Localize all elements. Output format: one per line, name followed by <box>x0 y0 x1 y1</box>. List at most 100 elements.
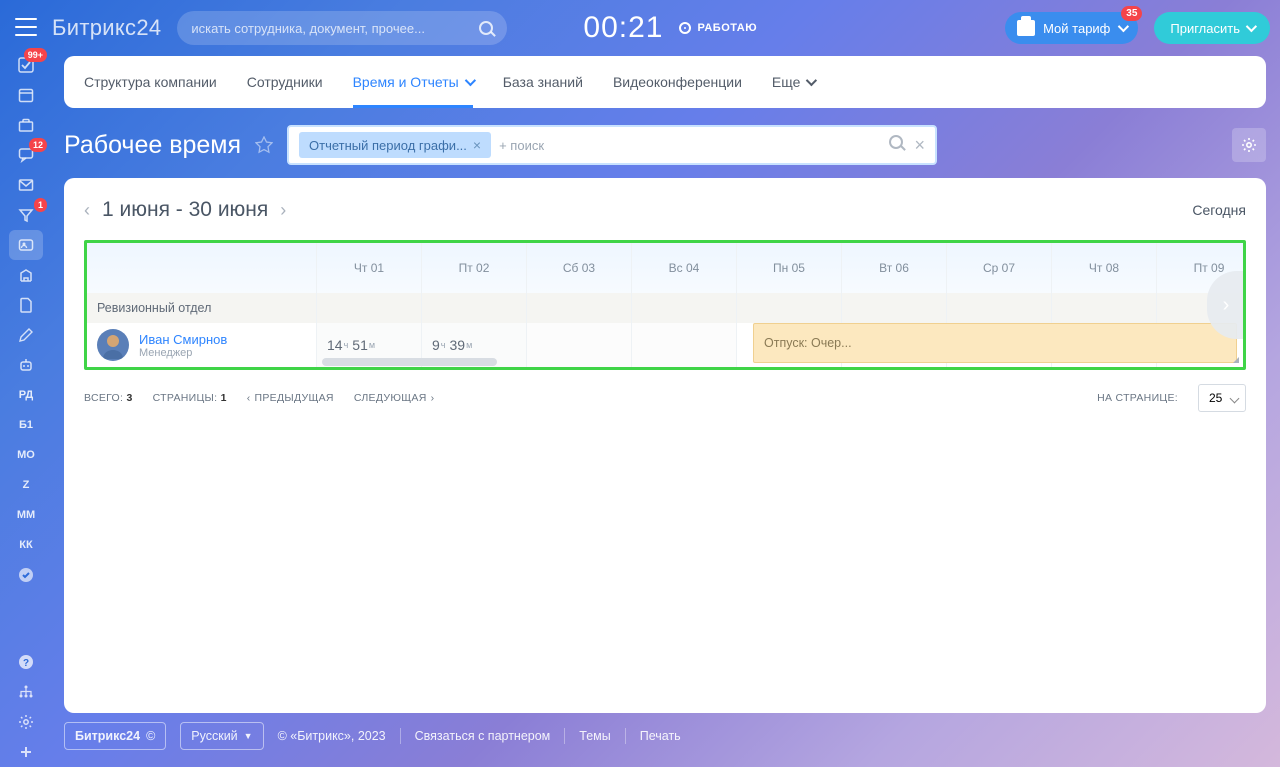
vacation-bar[interactable]: Отпуск: Очер... <box>753 323 1237 363</box>
employee-role: Менеджер <box>139 347 227 359</box>
settings-button[interactable] <box>1232 128 1266 162</box>
chevron-down-icon <box>1246 21 1257 32</box>
rail-label[interactable]: Z <box>9 470 43 500</box>
section-tabs: Структура компании Сотрудники Время и От… <box>64 56 1266 108</box>
rail-bot[interactable] <box>9 350 43 380</box>
gear-icon <box>18 714 34 730</box>
tab-video[interactable]: Видеоконференции <box>613 56 742 108</box>
close-icon[interactable]: × <box>915 135 926 156</box>
prev-period[interactable]: ‹ <box>84 200 90 221</box>
invite-label: Пригласить <box>1170 21 1240 36</box>
star-icon[interactable] <box>255 136 273 154</box>
next-period[interactable]: › <box>280 200 286 221</box>
rail-check[interactable] <box>9 560 43 590</box>
per-page-select[interactable]: 25 <box>1198 384 1246 412</box>
rail-mail[interactable] <box>9 170 43 200</box>
rail-chat[interactable]: 12 <box>9 140 43 170</box>
partner-link[interactable]: Связаться с партнером <box>415 729 551 743</box>
search-icon[interactable] <box>889 135 903 149</box>
rail-label[interactable]: МО <box>9 440 43 470</box>
day-header: Вт 06 <box>842 243 946 293</box>
chevron-down-icon <box>1118 21 1129 32</box>
rail-label[interactable]: КК <box>9 530 43 560</box>
rail-tasks[interactable]: 99+ <box>9 50 43 80</box>
day-header: Пн 05 <box>737 243 841 293</box>
briefcase-icon <box>1017 20 1035 36</box>
left-rail: 99+ 12 1 РД Б1 МО Z ММ КК ? <box>0 0 52 767</box>
filter-chip[interactable]: Отчетный период графи...× <box>299 132 491 158</box>
rail-badge: 12 <box>29 138 47 152</box>
tab-more[interactable]: Еще <box>772 56 815 108</box>
lang-button[interactable]: Русский▼ <box>180 722 263 750</box>
rail-label[interactable]: РД <box>9 380 43 410</box>
search-input[interactable] <box>191 21 479 36</box>
day-col: Чт 0114ч51м <box>316 243 421 367</box>
avatar[interactable] <box>97 329 129 361</box>
global-search[interactable] <box>177 11 507 45</box>
id-card-icon <box>18 237 34 253</box>
logo-suffix: 24 <box>136 15 161 40</box>
grid-corner <box>87 243 316 293</box>
rail-badge: 1 <box>34 198 47 212</box>
chevron-down-icon <box>806 75 817 86</box>
next-page[interactable]: СЛЕДУЮЩАЯ › <box>354 392 435 404</box>
lang-label: Русский <box>191 729 237 743</box>
brand-button[interactable]: Битрикс24© <box>64 722 166 750</box>
clock: 00:21 <box>583 11 663 45</box>
prev-page[interactable]: ‹ ПРЕДЫДУЩАЯ <box>247 392 334 404</box>
employee-name[interactable]: Иван Смирнов <box>139 332 227 347</box>
rail-company[interactable] <box>9 230 43 260</box>
close-icon[interactable]: × <box>473 137 481 153</box>
dept-cell <box>632 293 736 323</box>
tab-structure[interactable]: Структура компании <box>84 56 217 108</box>
time-cell[interactable] <box>632 323 736 367</box>
gear-icon <box>1241 137 1257 153</box>
logo-text: Битрикс <box>52 15 136 40</box>
copyright: © «Битрикс», 2023 <box>278 729 386 743</box>
employee-row: Иван Смирнов Менеджер <box>87 323 316 367</box>
pages-label: СТРАНИЦЫ: 1 <box>153 392 227 404</box>
rail-settings[interactable] <box>9 707 43 737</box>
rail-help[interactable]: ? <box>9 647 43 677</box>
day-col: Сб 03 <box>526 243 631 367</box>
day-header: Чт 08 <box>1052 243 1156 293</box>
today-button[interactable]: Сегодня <box>1192 202 1246 218</box>
day-header: Вс 04 <box>632 243 736 293</box>
robot-icon <box>18 357 34 373</box>
time-cell[interactable] <box>527 323 631 367</box>
rail-sitemap[interactable] <box>9 677 43 707</box>
top-header: Битрикс24 00:21 РАБОТАЮ Мой тариф 35 При… <box>52 0 1270 56</box>
dept-cell <box>842 293 946 323</box>
tab-employees[interactable]: Сотрудники <box>247 56 323 108</box>
rail-crm[interactable] <box>9 110 43 140</box>
plus-icon <box>18 744 34 760</box>
working-status[interactable]: РАБОТАЮ <box>679 22 757 34</box>
print-link[interactable]: Печать <box>640 729 681 743</box>
rail-label[interactable]: ММ <box>9 500 43 530</box>
rail-badge: 99+ <box>24 48 47 62</box>
record-icon <box>679 22 691 34</box>
invite-button[interactable]: Пригласить <box>1154 12 1270 44</box>
dept-cell <box>422 293 526 323</box>
horizontal-scrollbar[interactable] <box>322 358 497 366</box>
menu-icon[interactable] <box>15 18 37 36</box>
filter-bar[interactable]: Отчетный период графи...× + поиск × <box>287 125 937 165</box>
rail-docs[interactable] <box>9 290 43 320</box>
filter-placeholder: + поиск <box>499 138 544 153</box>
logo[interactable]: Битрикс24 <box>52 15 161 41</box>
rail-building[interactable] <box>9 260 43 290</box>
rail-add[interactable] <box>9 737 43 767</box>
pen-icon <box>18 327 34 343</box>
rail-sign[interactable] <box>9 320 43 350</box>
themes-link[interactable]: Темы <box>579 729 610 743</box>
day-header: Чт 01 <box>317 243 421 293</box>
day-header: Сб 03 <box>527 243 631 293</box>
tab-time-reports[interactable]: Время и Отчеты <box>353 56 473 108</box>
tab-knowledge[interactable]: База знаний <box>503 56 583 108</box>
rail-label[interactable]: Б1 <box>9 410 43 440</box>
rail-funnel[interactable]: 1 <box>9 200 43 230</box>
resize-handle[interactable] <box>1233 357 1239 363</box>
page-header: Рабочее время Отчетный период графи...× … <box>64 118 1266 172</box>
rail-calendar[interactable] <box>9 80 43 110</box>
tariff-button[interactable]: Мой тариф 35 <box>1005 12 1138 44</box>
